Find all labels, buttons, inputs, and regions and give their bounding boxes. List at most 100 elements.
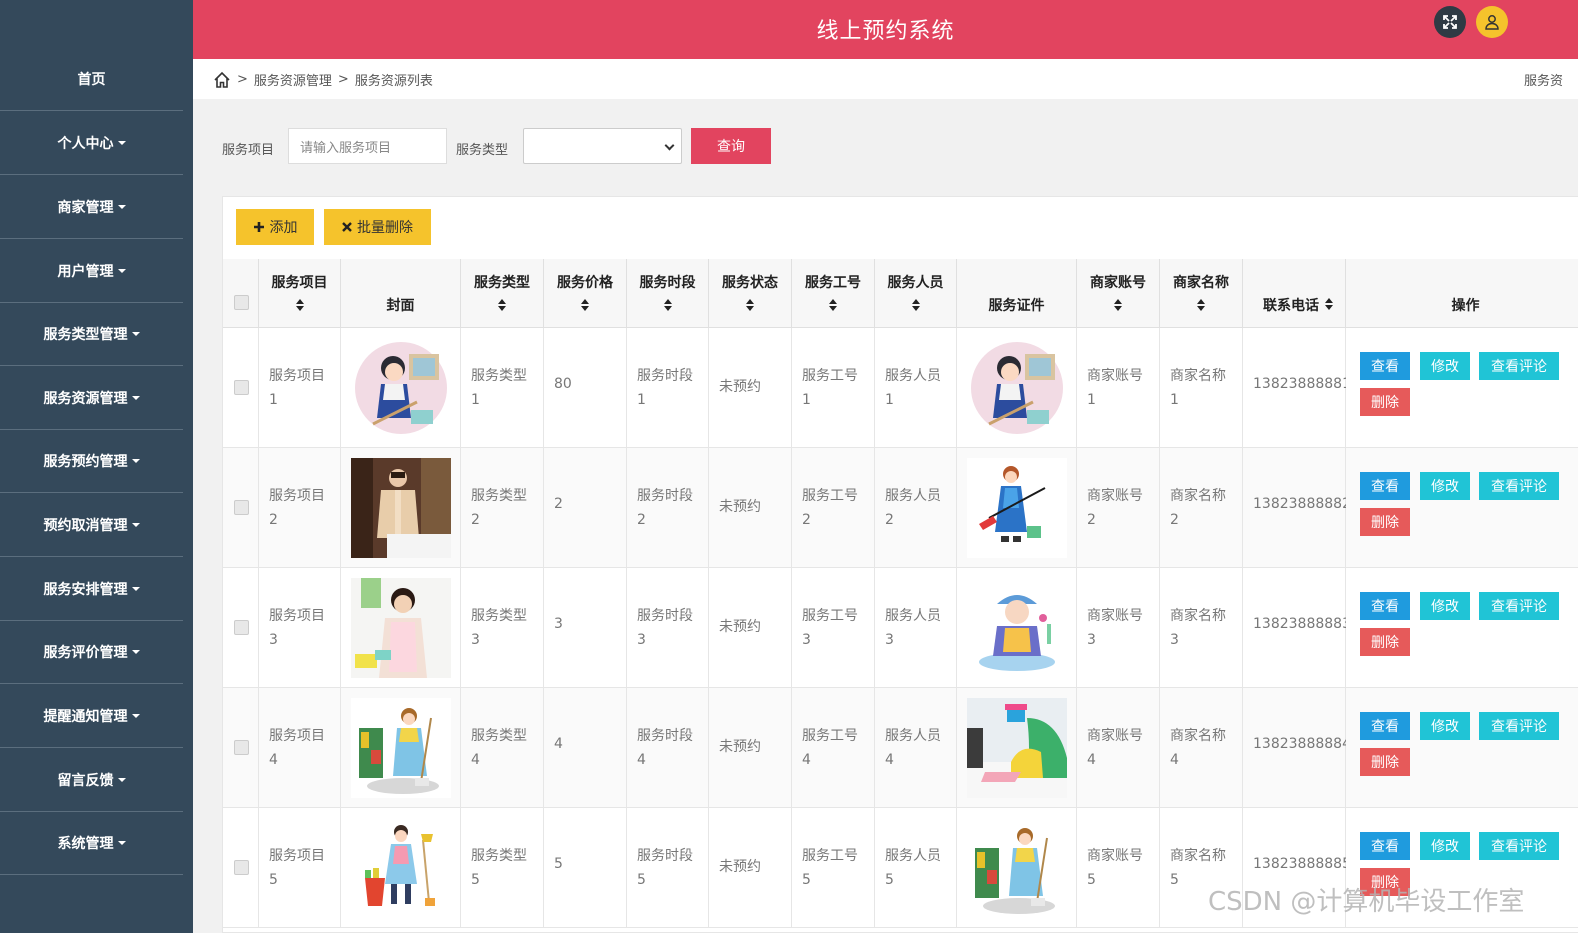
merchant-account-value: 商家账号 1 [1087, 368, 1143, 408]
view-button[interactable]: 查看 [1360, 832, 1410, 860]
column-header: 服务时段 [627, 259, 709, 328]
edit-button[interactable]: 修改 [1420, 352, 1470, 380]
service-status-value: 未预约 [719, 859, 761, 875]
view-comments-button[interactable]: 查看评论 [1479, 592, 1559, 620]
service-price-value: 3 [554, 616, 563, 632]
delete-button[interactable]: 删除 [1360, 628, 1410, 656]
row-checkbox[interactable] [234, 500, 249, 515]
sidebar-item-label: 个人中心 [57, 136, 114, 152]
view-button[interactable]: 查看 [1360, 352, 1410, 380]
view-button[interactable]: 查看 [1360, 592, 1410, 620]
service-type-select[interactable] [523, 128, 682, 164]
service-item-input[interactable]: 请输入服务项目 [288, 128, 447, 164]
sort-icon[interactable] [498, 299, 506, 311]
sidebar-item-system[interactable]: 系统管理 [0, 812, 183, 875]
breadcrumb-level1[interactable]: 服务资源管理 [254, 70, 332, 89]
column-header: 服务证件 [957, 259, 1077, 328]
view-comments-button[interactable]: 查看评论 [1479, 832, 1559, 860]
edit-button[interactable]: 修改 [1420, 472, 1470, 500]
table-cell: 未预约 [709, 568, 792, 688]
column-header-label: 服务时段 [639, 275, 696, 291]
row-checkbox[interactable] [234, 380, 249, 395]
view-comments-button[interactable]: 查看评论 [1479, 352, 1559, 380]
column-header-label: 联系电话 [1263, 298, 1319, 314]
column-header: 操作 [1346, 259, 1578, 328]
service-type-value: 服务类型 2 [471, 488, 527, 528]
service-staff-value: 服务人员 1 [885, 368, 941, 408]
view-comments-button[interactable]: 查看评论 [1479, 712, 1559, 740]
column-header-label: 服务类型 [474, 275, 530, 291]
view-button[interactable]: 查看 [1360, 472, 1410, 500]
cleaner-girl-circle-image [351, 338, 451, 438]
sidebar-item-profile[interactable]: 个人中心 [0, 112, 183, 175]
fullscreen-button[interactable] [1434, 6, 1466, 38]
table-cell [223, 808, 259, 928]
sort-icon[interactable] [1114, 299, 1122, 311]
table-cell: 商家账号 5 [1077, 808, 1160, 928]
batch-delete-button[interactable]: 批量删除 [324, 209, 431, 245]
edit-button[interactable]: 修改 [1420, 832, 1470, 860]
add-button[interactable]: 添加 [236, 209, 314, 245]
view-comments-button[interactable]: 查看评论 [1479, 472, 1559, 500]
table-cell: 商家账号 1 [1077, 328, 1160, 448]
service-period-value: 服务时段 1 [637, 368, 693, 408]
sort-icon[interactable] [911, 299, 920, 311]
view-button[interactable]: 查看 [1360, 712, 1410, 740]
home-icon[interactable] [213, 71, 231, 89]
service-staff-value: 服务人员 5 [885, 848, 941, 888]
table-cell [957, 568, 1077, 688]
row-checkbox[interactable] [234, 620, 249, 635]
caret-down-icon [117, 841, 126, 845]
service-item-value: 服务项目 5 [269, 848, 325, 888]
service-item-value: 服务项目 3 [269, 608, 325, 648]
sort-icon[interactable] [1325, 298, 1333, 310]
row-checkbox[interactable] [234, 740, 249, 755]
sidebar-item-label: 服务类型管理 [43, 327, 128, 343]
user-avatar-button[interactable] [1476, 6, 1508, 38]
delete-button[interactable]: 删除 [1360, 508, 1410, 536]
sort-icon[interactable] [295, 299, 304, 311]
table-cell: 服务人员 4 [875, 688, 957, 808]
sidebar-item-notifications[interactable]: 提醒通知管理 [0, 685, 183, 748]
sidebar-item-bookings[interactable]: 服务预约管理 [0, 430, 183, 493]
query-button[interactable]: 查询 [691, 128, 771, 164]
table-cell: 服务工号 1 [792, 328, 875, 448]
caret-down-icon [117, 269, 126, 273]
select-all-checkbox[interactable] [234, 295, 249, 310]
column-header-label: 封面 [386, 298, 415, 314]
table-cell: 服务项目 5 [259, 808, 341, 928]
table-cell [341, 808, 461, 928]
sidebar-item-reviews[interactable]: 服务评价管理 [0, 621, 183, 684]
sidebar-item-feedback[interactable]: 留言反馈 [0, 749, 183, 812]
sidebar-item-label: 服务预约管理 [43, 454, 128, 470]
table-cell [341, 448, 461, 568]
sort-icon[interactable] [829, 299, 837, 311]
delete-button[interactable]: 删除 [1360, 388, 1410, 416]
table-cell: 13823888881 [1243, 328, 1351, 448]
delete-button[interactable]: 删除 [1360, 748, 1410, 776]
table-cell: 商家账号 4 [1077, 688, 1160, 808]
sort-icon[interactable] [581, 299, 589, 311]
sidebar-item-service-resources[interactable]: 服务资源管理 [0, 367, 183, 430]
sidebar-item-home[interactable]: 首页 [0, 48, 183, 111]
sidebar-item-schedules[interactable]: 服务安排管理 [0, 558, 183, 621]
table-cell: 4 [544, 688, 627, 808]
column-header-label: 服务人员 [887, 275, 944, 291]
sort-icon[interactable] [746, 299, 754, 311]
employee-no-value: 服务工号 2 [802, 488, 858, 528]
sidebar-item-users[interactable]: 用户管理 [0, 240, 183, 303]
service-type-value: 服务类型 5 [471, 848, 527, 888]
sidebar-item-cancellations[interactable]: 预约取消管理 [0, 494, 183, 557]
edit-button[interactable]: 修改 [1420, 712, 1470, 740]
sidebar-item-service-types[interactable]: 服务类型管理 [0, 303, 183, 366]
table-cell: 服务时段 4 [627, 688, 709, 808]
table-cell: 服务人员 5 [875, 808, 957, 928]
sidebar-item-label: 提醒通知管理 [43, 709, 128, 725]
sort-icon[interactable] [1197, 299, 1205, 311]
sidebar-item-label: 服务安排管理 [43, 582, 128, 598]
table-cell: 服务时段 2 [627, 448, 709, 568]
edit-button[interactable]: 修改 [1420, 592, 1470, 620]
sidebar-item-merchants[interactable]: 商家管理 [0, 176, 183, 239]
sort-icon[interactable] [663, 299, 672, 311]
row-checkbox[interactable] [234, 860, 249, 875]
